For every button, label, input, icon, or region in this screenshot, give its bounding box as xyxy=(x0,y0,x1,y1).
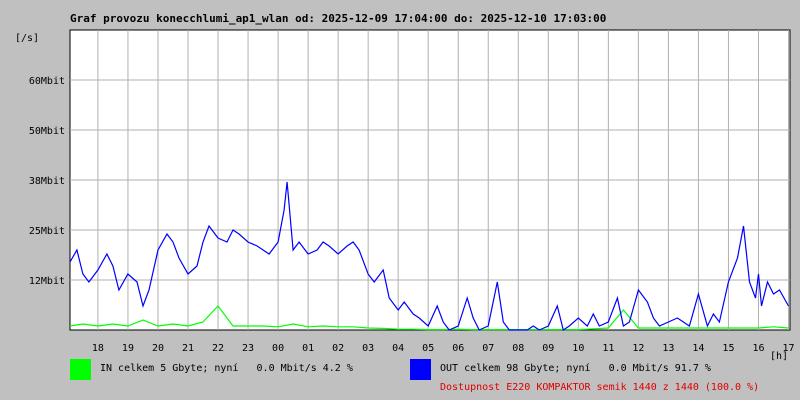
x-tick-label: 15 xyxy=(722,343,734,354)
x-tick-label: 21 xyxy=(182,343,194,354)
x-tick-label: 16 xyxy=(752,343,764,354)
x-tick-label: 19 xyxy=(122,343,134,354)
x-tick-label: 00 xyxy=(272,343,284,354)
x-tick-label: 07 xyxy=(482,343,494,354)
x-tick-label: 20 xyxy=(152,343,164,354)
x-tick-label: 03 xyxy=(362,343,374,354)
x-tick-label: 01 xyxy=(302,343,314,354)
x-axis-unit-label: [h] xyxy=(770,351,788,362)
y-axis-unit-label: [/s] xyxy=(15,33,39,44)
x-tick-label: 08 xyxy=(512,343,524,354)
x-tick-label: 23 xyxy=(242,343,254,354)
availability-text: Dostupnost E220 KOMPAKTOR semik 1440 z 1… xyxy=(440,382,759,393)
x-tick-label: 22 xyxy=(212,343,224,354)
x-tick-label: 11 xyxy=(602,343,614,354)
x-tick-label: 05 xyxy=(422,343,434,354)
x-tick-label: 18 xyxy=(92,343,104,354)
x-tick-label: 14 xyxy=(692,343,704,354)
chart-stage: Graf provozu konecchlumi_ap1_wlan od: 20… xyxy=(0,0,800,400)
x-tick-label: 06 xyxy=(452,343,464,354)
chart-title: Graf provozu konecchlumi_ap1_wlan od: 20… xyxy=(70,12,606,25)
traffic-chart: Graf provozu konecchlumi_ap1_wlan od: 20… xyxy=(15,12,795,393)
y-tick-label: 50Mbit xyxy=(29,126,65,137)
legend-in-swatch xyxy=(70,359,91,380)
x-tick-label: 09 xyxy=(542,343,554,354)
x-tick-label: 12 xyxy=(632,343,644,354)
x-tick-label: 10 xyxy=(572,343,584,354)
x-tick-label: 04 xyxy=(392,343,404,354)
y-tick-label: 12Mbit xyxy=(29,276,65,287)
y-tick-label: 38Mbit xyxy=(29,176,65,187)
legend-out-swatch xyxy=(410,359,431,380)
y-tick-label: 60Mbit xyxy=(29,76,65,87)
x-tick-label: 02 xyxy=(332,343,344,354)
x-tick-label: 13 xyxy=(662,343,674,354)
legend-in-text: IN celkem 5 Gbyte; nyní 0.0 Mbit/s 4.2 % xyxy=(100,362,353,374)
legend-out-text: OUT celkem 98 Gbyte; nyní 0.0 Mbit/s 91.… xyxy=(440,362,711,374)
y-tick-label: 25Mbit xyxy=(29,226,65,237)
